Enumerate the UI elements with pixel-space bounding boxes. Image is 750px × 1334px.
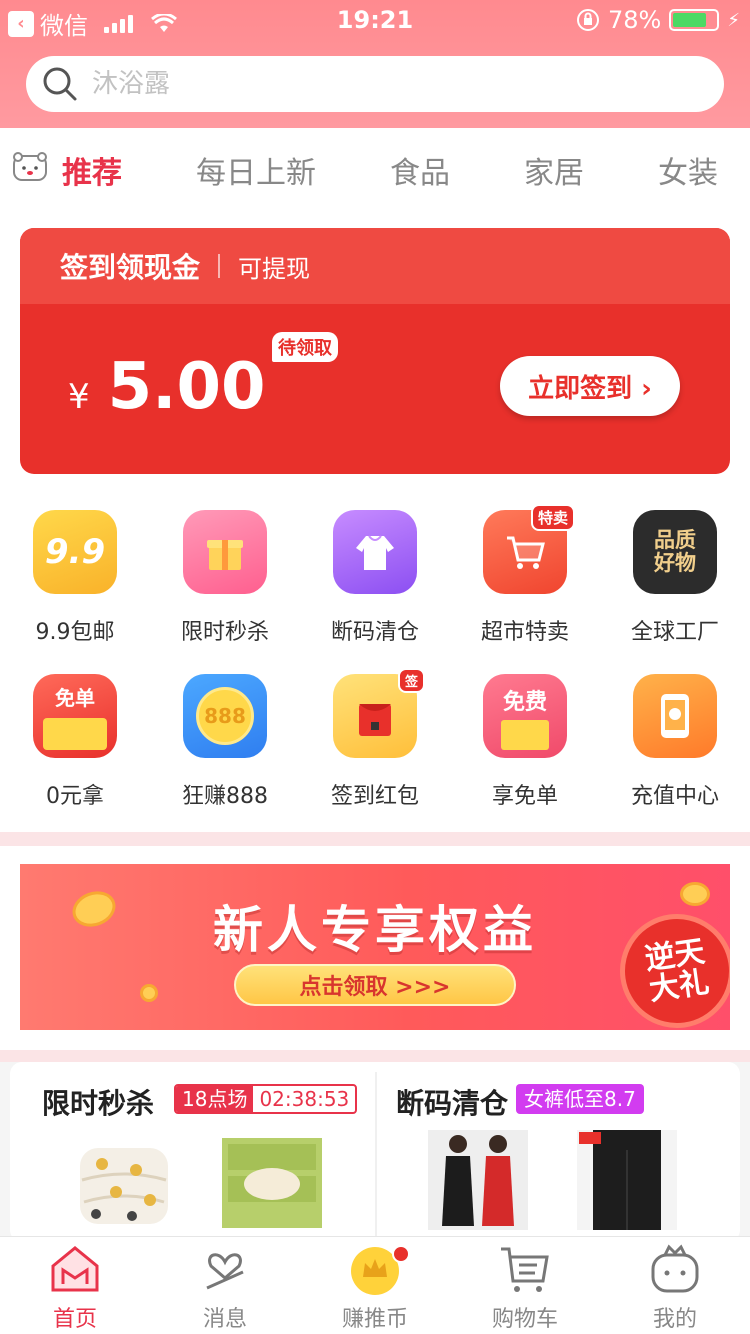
flash-session: 18点场	[176, 1086, 254, 1112]
tabbar-label: 消息	[202, 1307, 247, 1332]
rotation-lock-icon	[577, 9, 600, 31]
pending-badge: 待领取	[272, 332, 338, 362]
comforter-product-image[interactable]	[76, 1130, 172, 1230]
tab-recommend[interactable]: 推荐	[62, 148, 122, 192]
section-divider	[0, 832, 750, 846]
sign-in-title: 签到领现金	[60, 251, 201, 284]
cart-icon	[450, 1237, 600, 1301]
new-user-banner[interactable]: 新人专享权益 点击领取 >>> 逆天 大礼	[20, 864, 730, 1030]
header: ‹ 微信 19:21 78% ⚡	[0, 0, 750, 128]
grid-label: 享免单	[491, 784, 558, 809]
sign-in-card-header: 签到领现金 可提现	[20, 228, 730, 304]
charging-icon: ⚡	[727, 9, 740, 31]
coin-888-icon: 888	[183, 674, 267, 758]
snack-pack-shape	[43, 718, 107, 750]
coin-888-label: 888	[196, 687, 254, 745]
status-right: 78% ⚡	[576, 6, 740, 34]
dress-product-image[interactable]	[428, 1130, 528, 1230]
grid-item-supermarket-sale[interactable]: 特卖 超市特卖	[450, 504, 600, 646]
section-divider	[0, 1050, 750, 1062]
grid-label: 断码清仓	[330, 620, 419, 645]
battery-percent: 78%	[608, 6, 662, 34]
free-snack-icon: 免单	[33, 674, 117, 758]
tab-womens-clothing[interactable]: 女装	[658, 148, 718, 192]
search-icon	[43, 67, 77, 101]
tabbar-cart[interactable]: 购物车	[450, 1237, 600, 1333]
grid-label: 狂赚888	[182, 784, 268, 809]
crown-coin-icon	[300, 1237, 450, 1301]
gift-icon	[183, 510, 267, 594]
tab-daily-new[interactable]: 每日上新	[196, 148, 316, 192]
home-icon	[0, 1237, 150, 1301]
battery-icon	[669, 9, 720, 31]
grid-item-recharge-center[interactable]: 充值中心	[600, 674, 750, 810]
tabbar-profile[interactable]: 我的	[600, 1237, 750, 1333]
countdown-timer: 02:38:53	[259, 1087, 350, 1111]
flash-sale-title[interactable]: 限时秒杀	[42, 1082, 154, 1122]
grid-item-zero-yuan[interactable]: 免单 0元拿	[0, 674, 150, 810]
corner-tag: 特卖	[530, 504, 575, 531]
category-tabs: 推荐 每日上新 食品 家居 女装	[0, 128, 750, 206]
red-envelope-icon: 签	[333, 668, 425, 758]
badge-line-2: 大礼	[647, 964, 712, 1008]
tabbar-label: 赚推币	[341, 1307, 408, 1332]
amount-value: 5.00	[107, 350, 266, 424]
grid-label: 全球工厂	[630, 620, 719, 645]
grid-item-free-order[interactable]: 免费 享免单	[450, 674, 600, 810]
grid-label: 0元拿	[46, 784, 104, 809]
profile-bear-icon	[600, 1237, 750, 1301]
flash-countdown: 18点场 02:38:53	[174, 1084, 358, 1114]
tabbar-label: 我的	[652, 1307, 697, 1332]
gift-box-shape	[501, 720, 549, 750]
nine-nine-icon: 9.9	[33, 510, 117, 594]
tab-home[interactable]: 家居	[524, 148, 584, 192]
phone-recharge-icon	[633, 674, 717, 758]
status-bar: ‹ 微信 19:21 78% ⚡	[0, 0, 750, 40]
currency-symbol: ¥	[68, 377, 90, 417]
hoodie-icon	[333, 510, 417, 594]
corner-tag: 签	[397, 668, 425, 693]
notification-dot	[392, 1245, 410, 1263]
cart-icon: 特卖	[483, 504, 575, 594]
bear-icon	[13, 152, 47, 181]
promo-divider	[375, 1072, 377, 1240]
tabbar-home[interactable]: 首页	[0, 1237, 150, 1333]
search-input[interactable]	[92, 69, 652, 99]
clearance-tag: 女裤低至8.7	[516, 1084, 644, 1114]
grid-item-global-factory[interactable]: 品质 好物 全球工厂	[600, 510, 750, 646]
search-bar[interactable]	[26, 56, 724, 112]
message-heart-icon	[150, 1237, 300, 1301]
grid-label: 限时秒杀	[180, 620, 269, 645]
free-snack-label: 免单	[55, 686, 95, 710]
free-gift-label: 免费	[502, 690, 547, 715]
grid-label: 9.9包邮	[35, 620, 115, 645]
grid-item-clearance[interactable]: 断码清仓	[300, 510, 450, 646]
grid-item-flash-sale[interactable]: 限时秒杀	[150, 510, 300, 646]
battery-fill	[673, 13, 707, 27]
sign-in-now-button[interactable]: 立即签到 ›	[500, 356, 680, 416]
grid-label: 充值中心	[630, 784, 719, 809]
grid-label: 超市特卖	[480, 620, 569, 645]
grid-label: 签到红包	[330, 784, 419, 809]
free-gift-icon: 免费	[483, 674, 567, 758]
tabbar-messages[interactable]: 消息	[150, 1237, 300, 1333]
sign-in-card[interactable]: 签到领现金 可提现 ¥ 5.00 待领取 立即签到 ›	[20, 228, 730, 474]
claim-button[interactable]: 点击领取 >>>	[234, 964, 516, 1006]
sign-in-separator	[218, 254, 221, 278]
grid-item-earn-888[interactable]: 888 狂赚888	[150, 674, 300, 810]
tabbar-label: 首页	[52, 1307, 97, 1332]
pants-product-image[interactable]	[577, 1130, 677, 1230]
coin-decoration	[140, 984, 158, 1002]
tab-food[interactable]: 食品	[390, 148, 450, 192]
sign-in-subtitle: 可提现	[238, 254, 311, 283]
grid-item-sign-red-envelope[interactable]: 签 签到红包	[300, 668, 450, 810]
grid-item-9-9-free-shipping[interactable]: 9.9 9.9包邮	[0, 510, 150, 646]
tabbar-earn-coins[interactable]: 赚推币	[300, 1237, 450, 1333]
bottom-tab-bar: 首页 消息 赚推币 购物车 我的	[0, 1236, 750, 1334]
quality-goods-icon: 品质 好物	[633, 510, 717, 594]
clearance-title[interactable]: 断码清仓	[396, 1082, 508, 1122]
cash-amount: ¥ 5.00	[68, 350, 266, 424]
tissue-product-image[interactable]	[220, 1130, 324, 1230]
tabbar-label: 购物车	[491, 1307, 558, 1332]
